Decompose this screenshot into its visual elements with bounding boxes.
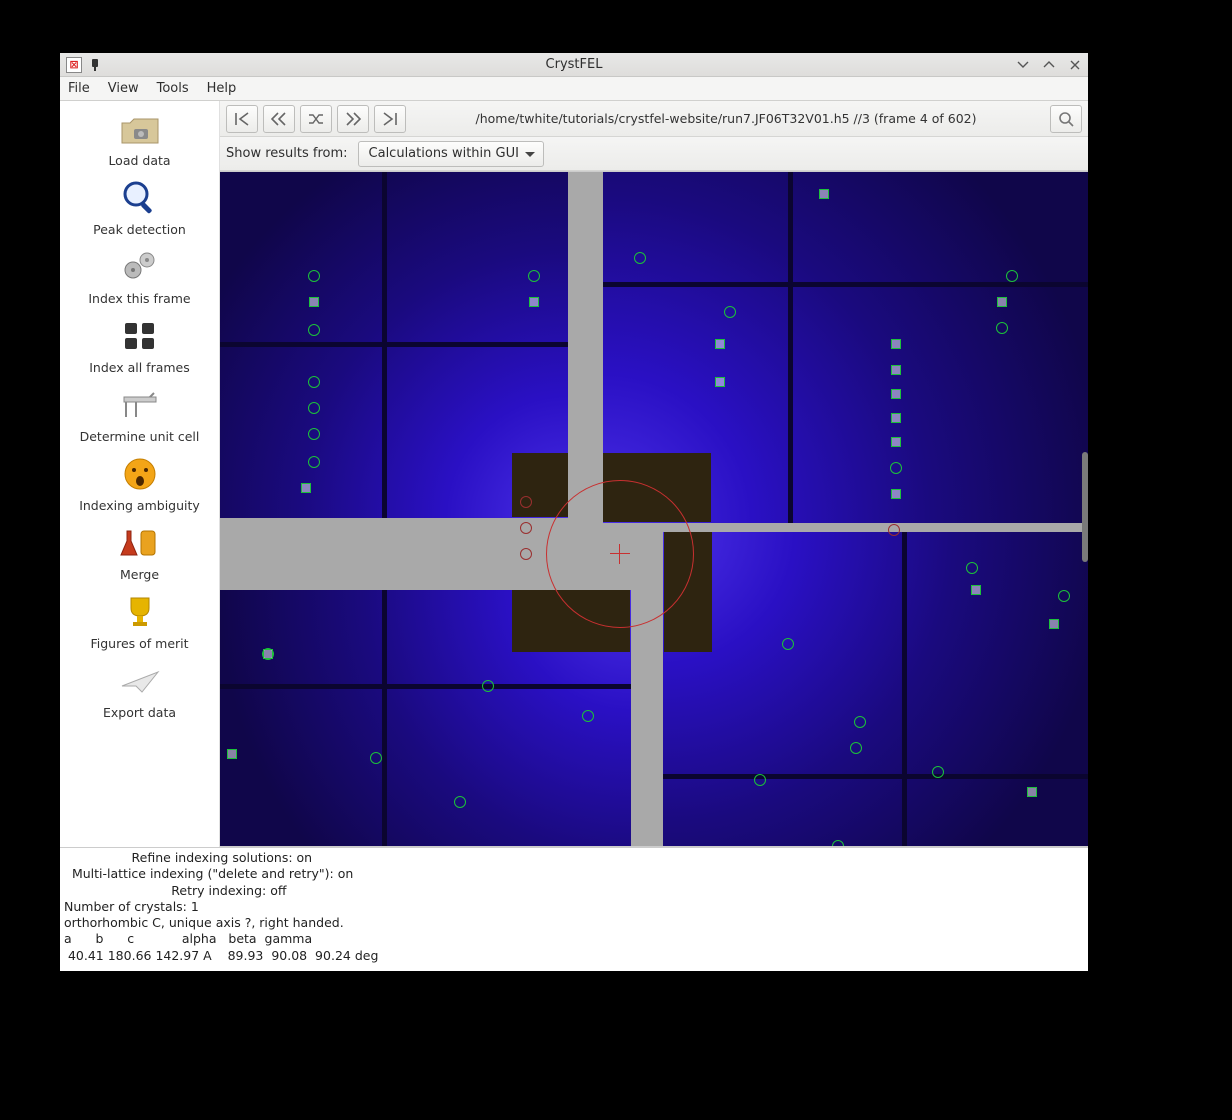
sidebar-export[interactable]: Export data (60, 661, 219, 720)
main-window: ⊠ CrystFEL File View Tools Help Load dat… (60, 53, 1088, 971)
first-button[interactable] (226, 105, 258, 133)
sidebar-label: Determine unit cell (80, 429, 200, 444)
log-output: Refine indexing solutions: on Multi-latt… (60, 847, 1088, 971)
paper-plane-icon (118, 661, 162, 701)
sidebar-merge[interactable]: Merge (60, 523, 219, 582)
window-title: CrystFEL (60, 57, 1088, 72)
sidebar: Load data Peak detection Index this fram… (60, 101, 220, 847)
zoom-fit-button[interactable] (1050, 105, 1082, 133)
folder-camera-icon (118, 109, 162, 149)
menu-file[interactable]: File (68, 81, 90, 96)
main-area: /home/twhite/tutorials/crystfel-website/… (220, 101, 1088, 847)
grid-icon (118, 316, 162, 356)
shuffle-button[interactable] (300, 105, 332, 133)
face-icon (118, 454, 162, 494)
results-combo[interactable]: Calculations within GUI (358, 141, 544, 167)
sidebar-ambiguity[interactable]: Indexing ambiguity (60, 454, 219, 513)
sidebar-label: Index all frames (89, 360, 190, 375)
results-label: Show results from: (226, 146, 348, 161)
close-button[interactable] (1068, 58, 1082, 72)
diffraction-viewer[interactable] (220, 171, 1088, 847)
sidebar-label: Export data (103, 705, 176, 720)
beam-centre-crosshair (610, 544, 630, 564)
menu-view[interactable]: View (108, 81, 139, 96)
menu-help[interactable]: Help (207, 81, 237, 96)
sidebar-index-all[interactable]: Index all frames (60, 316, 219, 375)
sidebar-unit-cell[interactable]: Determine unit cell (60, 385, 219, 444)
sidebar-peak-detection[interactable]: Peak detection (60, 178, 219, 237)
gears-icon (118, 247, 162, 287)
sidebar-label: Merge (120, 567, 159, 582)
caliper-icon (118, 385, 162, 425)
nav-toolbar: /home/twhite/tutorials/crystfel-website/… (220, 101, 1088, 137)
sidebar-load-data[interactable]: Load data (60, 109, 219, 168)
sidebar-figmerit[interactable]: Figures of merit (60, 592, 219, 651)
sidebar-index-frame[interactable]: Index this frame (60, 247, 219, 306)
results-combo-value: Calculations within GUI (369, 146, 519, 161)
pin-icon[interactable] (88, 58, 102, 72)
vertical-scrollbar[interactable] (1082, 452, 1088, 562)
next-button[interactable] (337, 105, 369, 133)
sidebar-label: Load data (108, 153, 170, 168)
menu-tools[interactable]: Tools (157, 81, 189, 96)
minimize-button[interactable] (1016, 58, 1030, 72)
flasks-icon (118, 523, 162, 563)
last-button[interactable] (374, 105, 406, 133)
sidebar-label: Figures of merit (90, 636, 188, 651)
results-bar: Show results from: Calculations within G… (220, 137, 1088, 171)
prev-button[interactable] (263, 105, 295, 133)
frame-path-label: /home/twhite/tutorials/crystfel-website/… (411, 111, 1041, 126)
sidebar-label: Index this frame (88, 291, 190, 306)
menubar: File View Tools Help (60, 77, 1088, 101)
magnifier-icon (118, 178, 162, 218)
sidebar-label: Indexing ambiguity (79, 498, 200, 513)
titlebar: ⊠ CrystFEL (60, 53, 1088, 77)
trophy-icon (118, 592, 162, 632)
app-icon: ⊠ (66, 57, 82, 73)
sidebar-label: Peak detection (93, 222, 186, 237)
maximize-button[interactable] (1042, 58, 1056, 72)
